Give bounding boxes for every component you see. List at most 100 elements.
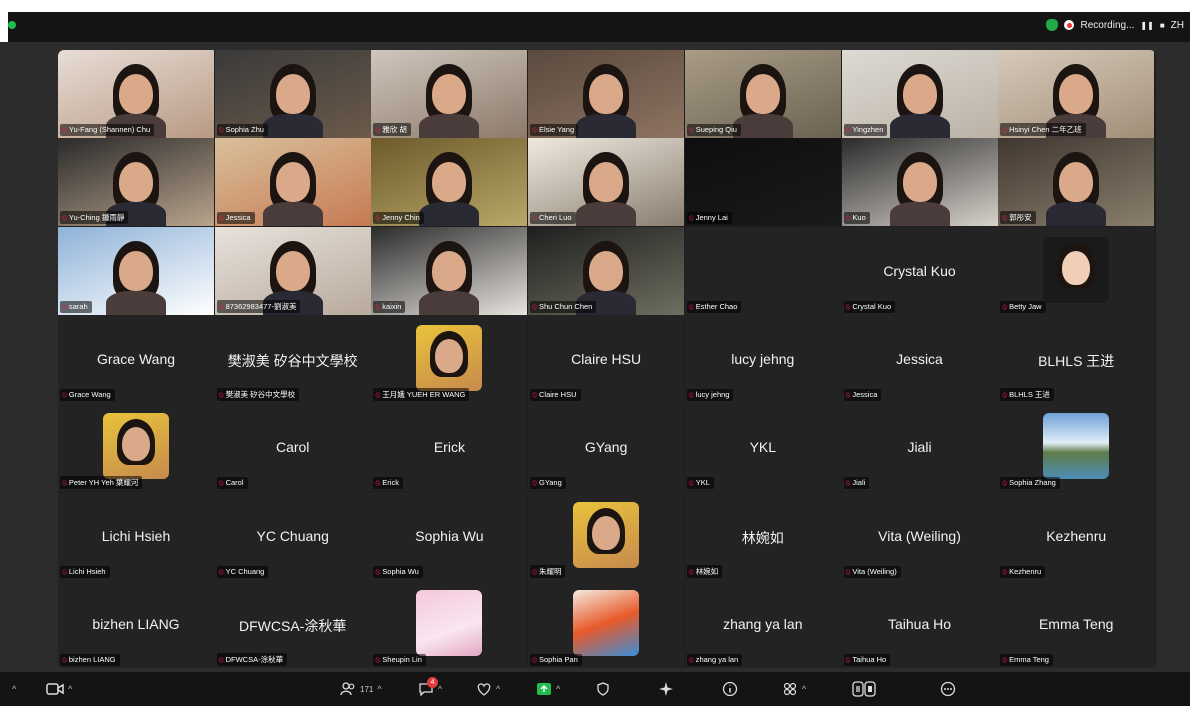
participant-tile[interactable]: ⦸ 雅欣 胡: [371, 50, 528, 138]
participant-name: Claire HSU: [538, 389, 577, 399]
participant-tile[interactable]: BLHLS 王进 ⦸ BLHLS 王进: [998, 314, 1155, 403]
person-body: [419, 290, 480, 315]
participant-tile[interactable]: Sophia Wu ⦸ Sophia Wu: [371, 491, 528, 580]
participant-tile[interactable]: Claire HSU ⦸ Claire HSU: [528, 314, 685, 403]
participant-avatar: [1043, 236, 1110, 303]
participant-tile[interactable]: ⦸ Sophia Zhang: [998, 403, 1155, 492]
participant-tile[interactable]: lucy jehng ⦸ lucy jehng: [684, 314, 841, 403]
participant-tile[interactable]: ⦸ kaixin: [371, 226, 528, 315]
participant-tile[interactable]: ⦸ Betty Jaw: [998, 226, 1155, 315]
participant-name-label: ⦸ Yu-Fang (Shannen) Chu: [60, 124, 155, 136]
person-body: [262, 202, 323, 227]
ai-companion-button[interactable]: [658, 678, 674, 700]
participant-name-label: ⦸ 王月娥 YUEH ER WANG: [373, 387, 470, 401]
participant-tile[interactable]: ⦸ Peter YH Yeh 葉耀河: [58, 403, 214, 492]
participant-tile[interactable]: Crystal Kuo ⦸ Crystal Kuo: [841, 226, 998, 315]
participant-tile[interactable]: ⦸ Yingzhen: [841, 50, 998, 138]
share-screen-icon: [537, 683, 551, 695]
participant-tile[interactable]: ⦸ Yu-Ching 鍾雨靜: [58, 138, 214, 227]
participant-tile[interactable]: ⦸ Yu-Fang (Shannen) Chu: [58, 50, 214, 138]
muted-mic-icon: ⦸: [218, 478, 224, 488]
participant-tile[interactable]: Vita (Weiling) ⦸ Vita (Weiling): [841, 491, 998, 580]
pause-recording-button[interactable]: ❚❚: [1140, 21, 1153, 30]
person-body: [106, 290, 166, 315]
host-tools-button[interactable]: [596, 678, 610, 700]
more-button[interactable]: [940, 678, 956, 700]
person-body: [889, 114, 950, 138]
participant-tile[interactable]: ⦸ Sueping Qiu: [684, 50, 841, 138]
participant-tile[interactable]: Carol ⦸ Carol: [214, 403, 371, 492]
share-screen-button[interactable]: ^: [536, 678, 560, 700]
participant-name: BLHLS 王进: [1009, 389, 1050, 399]
video-button[interactable]: ^: [46, 678, 72, 700]
participant-tile[interactable]: zhang ya lan ⦸ zhang ya lan: [684, 579, 841, 668]
muted-mic-icon: ⦸: [532, 478, 537, 488]
participant-display-name: GYang: [584, 439, 628, 456]
participant-tile[interactable]: Taihua Ho ⦸ Taihua Ho: [841, 579, 998, 668]
participant-name: Betty Jaw: [1009, 301, 1042, 311]
participant-display-name: Crystal Kuo: [883, 262, 956, 279]
participant-tile[interactable]: ⦸ Sophia Zhu: [214, 50, 371, 138]
muted-mic-icon: ⦸: [845, 301, 851, 311]
participant-tile[interactable]: YKL ⦸ YKL: [684, 403, 841, 492]
participant-tile[interactable]: ⦸ 郭彤安: [998, 138, 1155, 227]
participant-tile[interactable]: DFWCSA-涂秋華 ⦸ DFWCSA-涂秋華: [214, 579, 371, 668]
participant-tile[interactable]: ⦸ Jessica: [214, 138, 371, 227]
participant-name: Sophia Pan: [538, 654, 578, 664]
shield-icon: [597, 682, 609, 696]
participant-tile[interactable]: 樊淑美 矽谷中文學校 ⦸ 樊淑美 矽谷中文學校: [214, 314, 371, 403]
participant-tile[interactable]: bizhen LIANG ⦸ bizhen LIANG: [58, 579, 214, 668]
participant-name-label: ⦸ sarah: [60, 300, 92, 313]
stop-recording-button[interactable]: ■: [1160, 21, 1165, 30]
participant-tile[interactable]: ⦸ 8736298347​7-劉淑美: [214, 226, 371, 315]
participant-tile[interactable]: ⦸ 王月娥 YUEH ER WANG: [371, 314, 528, 403]
participant-tile[interactable]: Erick ⦸ Erick: [371, 403, 528, 492]
meeting-info-button[interactable]: [722, 678, 738, 700]
participant-tile[interactable]: Grace Wang ⦸ Grace Wang: [58, 314, 214, 403]
participant-tile[interactable]: ⦸ Jenny Chin: [371, 138, 528, 227]
muted-mic-icon: ⦸: [218, 125, 224, 134]
person-body: [732, 114, 793, 138]
participant-tile[interactable]: Lichi Hsieh ⦸ Lichi Hsieh: [58, 491, 214, 580]
participant-tile[interactable]: ⦸ Shu Chun Chen: [528, 226, 685, 315]
participant-tile[interactable]: ⦸ 朱耀明: [528, 491, 685, 580]
participant-tile[interactable]: ⦸ Elsie Yang: [528, 50, 685, 138]
participant-tile[interactable]: ⦸ Esther Chao: [684, 226, 841, 315]
participant-tile[interactable]: ⦸ Hsinyi Chen 二年乙班: [998, 50, 1155, 138]
muted-mic-icon: ⦸: [845, 125, 851, 134]
recording-label: Recording...: [1080, 19, 1135, 31]
participant-tile[interactable]: ⦸ Cheri Luo: [528, 138, 685, 227]
participant-name: Jessica: [852, 389, 878, 399]
participant-name: Emma Teng: [1009, 654, 1049, 664]
muted-mic-icon: ⦸: [1002, 566, 1008, 576]
participant-name: YC Chuang: [225, 566, 265, 576]
participant-tile[interactable]: ⦸ Kuo: [841, 138, 998, 227]
muted-mic-icon: ⦸: [1002, 389, 1008, 399]
participant-name-label: ⦸ 朱耀明: [530, 564, 566, 578]
participant-tile[interactable]: ⦸ Jenny Lai: [684, 138, 841, 227]
participant-tile[interactable]: ⦸ Sheupin Lin: [371, 579, 528, 668]
participant-tile[interactable]: 林婉如 ⦸ 林婉如: [684, 491, 841, 580]
participant-name-label: ⦸ YC Chuang: [216, 565, 269, 578]
participant-name-label: ⦸ 8736298347​7-劉淑美: [216, 299, 301, 313]
participant-tile[interactable]: Emma Teng ⦸ Emma Teng: [998, 579, 1155, 668]
chat-button[interactable]: 4 ^: [418, 677, 442, 700]
chevron-up-icon: ^: [802, 684, 807, 694]
record-controls-button[interactable]: [852, 678, 876, 700]
participant-tile[interactable]: ⦸ Sophia Pan: [528, 579, 685, 668]
participant-name: Jiali: [852, 478, 866, 488]
participant-tile[interactable]: GYang ⦸ GYang: [528, 403, 685, 492]
participant-name-label: ⦸ Jiali: [843, 477, 870, 490]
apps-button[interactable]: ^: [782, 678, 806, 700]
participant-tile[interactable]: Jessica ⦸ Jessica: [841, 314, 998, 403]
participant-tile[interactable]: YC Chuang ⦸ YC Chuang: [214, 491, 371, 580]
muted-mic-icon: ⦸: [532, 654, 537, 664]
audio-menu[interactable]: ^: [12, 678, 16, 700]
avatar-face: [1062, 250, 1091, 285]
participant-tile[interactable]: Kezhenru ⦸ Kezhenru: [998, 491, 1155, 580]
muted-mic-icon: ⦸: [688, 125, 694, 134]
participant-tile[interactable]: ⦸ sarah: [58, 226, 214, 315]
react-button[interactable]: ^: [476, 678, 500, 700]
participants-button[interactable]: 171 ^: [340, 678, 382, 700]
participant-tile[interactable]: Jiali ⦸ Jiali: [841, 403, 998, 492]
